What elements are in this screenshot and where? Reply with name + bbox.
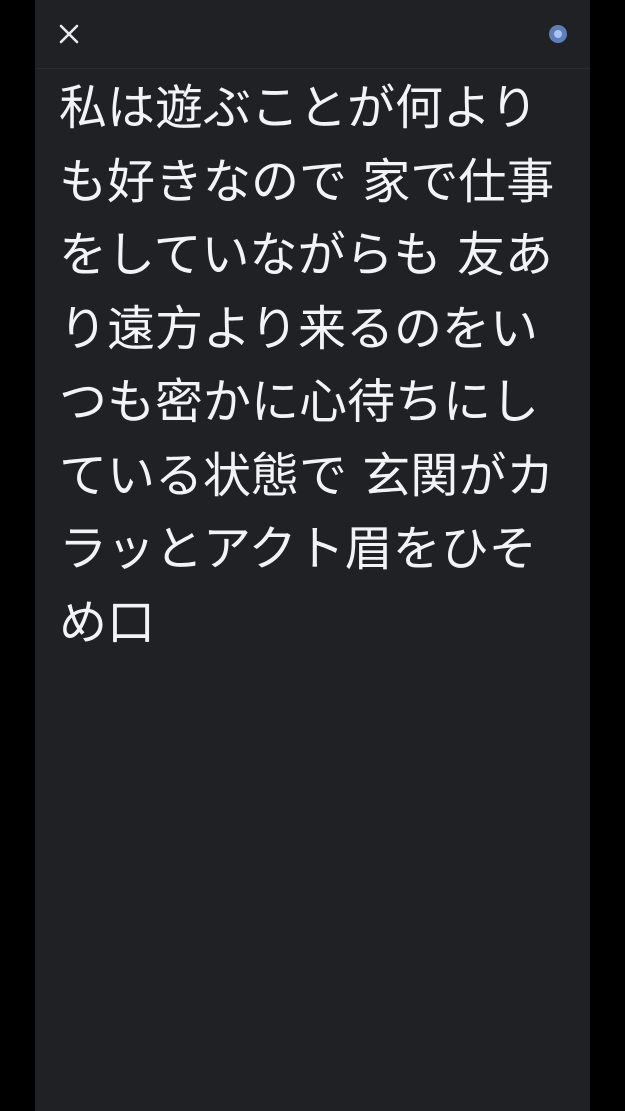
indicator-outer [549,25,567,43]
recording-indicator-icon [546,22,570,46]
caption-screen: 私は遊ぶことが何よりも好きなので 家で仕事をしていながらも 友あり遠方より来るの… [35,0,590,1111]
close-button[interactable] [49,14,89,54]
transcript-text: 私は遊ぶことが何よりも好きなので 家で仕事をしていながらも 友あり遠方より来るの… [59,80,555,651]
indicator-inner [554,30,562,38]
close-icon [59,24,79,44]
top-bar [35,0,590,69]
